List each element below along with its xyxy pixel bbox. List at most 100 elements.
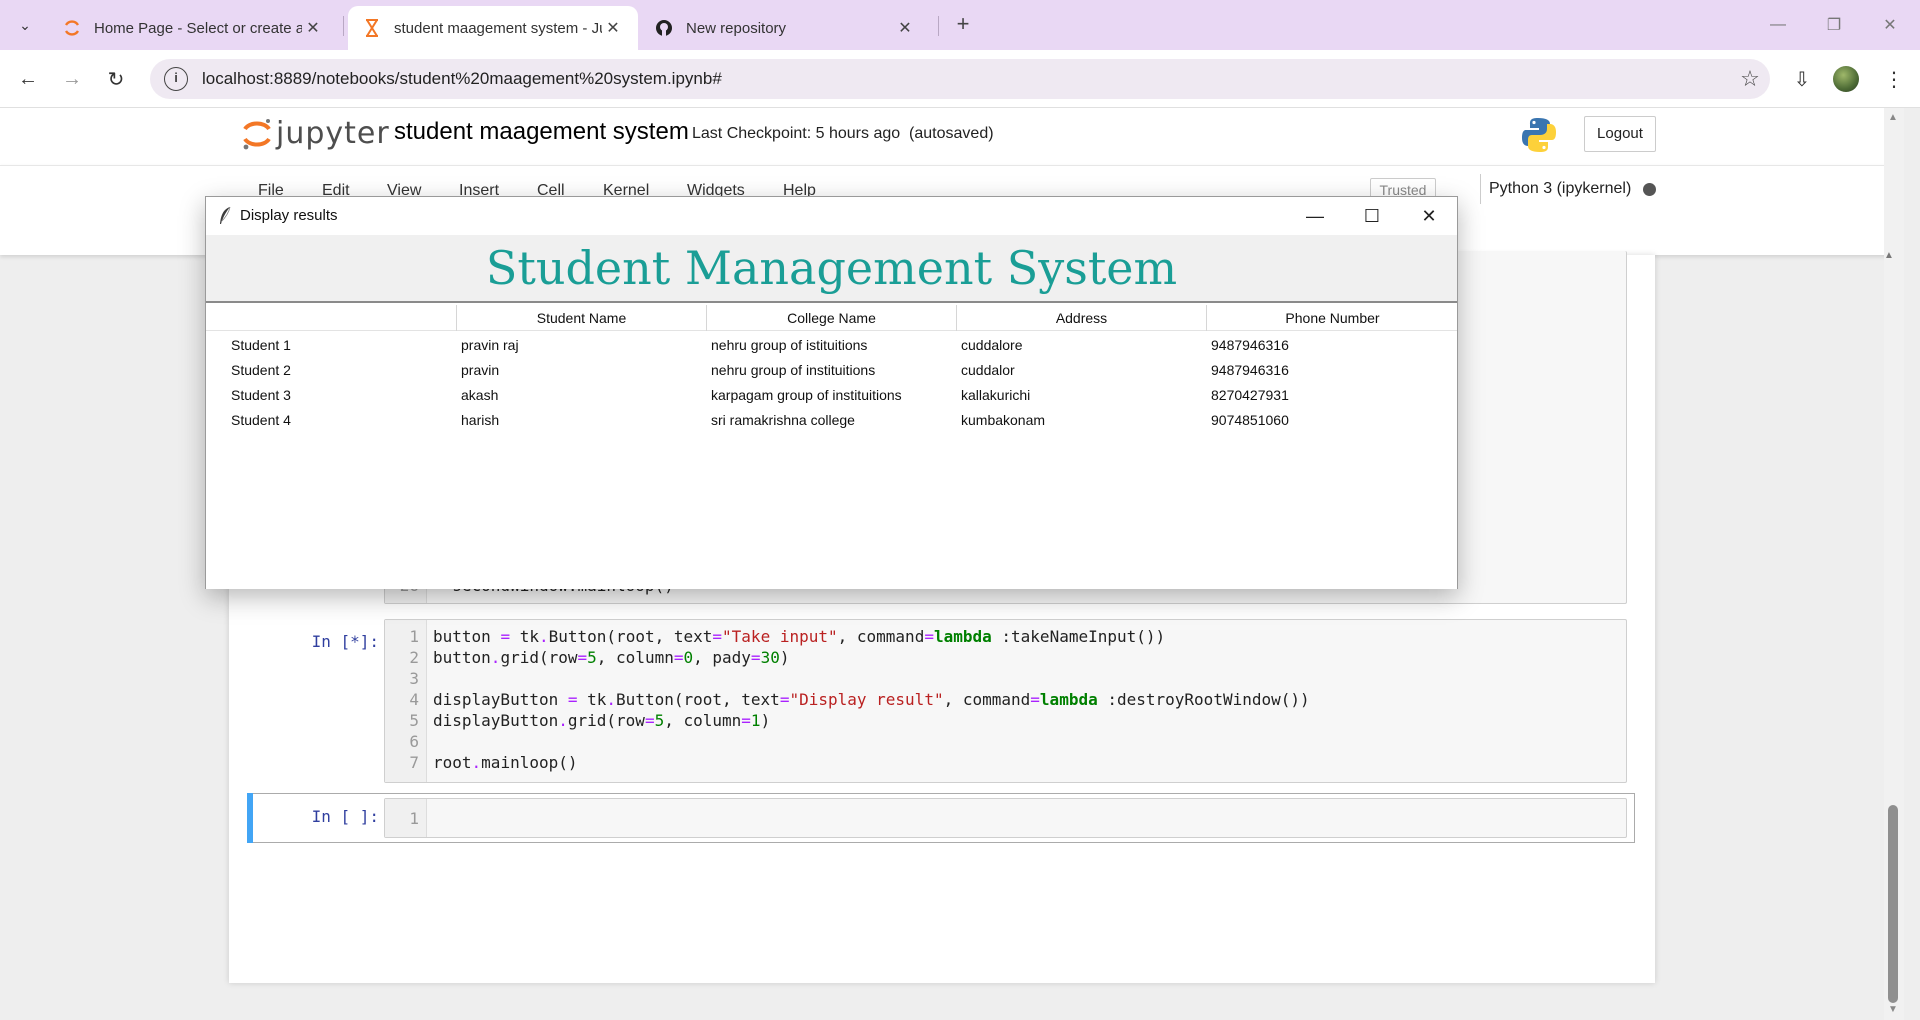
window-minimize-icon[interactable]: — bbox=[1750, 0, 1806, 50]
cell-prompt: In [ ]: bbox=[311, 807, 379, 826]
jupyter-header: jupyter student maagement system Last Ch… bbox=[0, 108, 1890, 165]
jupyter-logo[interactable]: jupyter bbox=[242, 116, 390, 151]
autosave-status: (autosaved) bbox=[909, 125, 994, 142]
code-line: 6 bbox=[385, 731, 433, 752]
scrollbar-thumb[interactable] bbox=[1888, 805, 1898, 1003]
line-number: 1 bbox=[409, 627, 419, 646]
checkpoint-time: 5 hours ago bbox=[815, 125, 901, 142]
code-cell-input[interactable]: 1 button = tk.Button(root, text="Take inp… bbox=[384, 619, 1627, 783]
more-menu-icon[interactable]: ⋮ bbox=[1876, 63, 1912, 95]
cell-student-name: akash bbox=[461, 387, 499, 403]
cell-phone-number: 9487946316 bbox=[1211, 337, 1289, 353]
tab-search-chevron-icon[interactable]: ⌄ bbox=[10, 10, 40, 40]
table-row[interactable]: Student 3 akash karpagam group of instit… bbox=[206, 383, 1457, 408]
cell-student-name: pravin raj bbox=[461, 337, 519, 353]
table-row[interactable]: Student 1 pravin raj nehru group of isti… bbox=[206, 333, 1457, 358]
cell-id: Student 4 bbox=[231, 412, 291, 428]
site-info-icon[interactable]: i bbox=[164, 67, 188, 91]
jupyter-wordmark: jupyter bbox=[276, 116, 390, 151]
github-icon bbox=[654, 18, 674, 38]
cell-college-name: sri ramakrishna college bbox=[711, 412, 855, 428]
cell-address: kallakurichi bbox=[961, 387, 1031, 403]
line-number: 4 bbox=[409, 690, 419, 709]
new-tab-plus-icon[interactable]: + bbox=[948, 10, 978, 40]
checkpoint-label: Last Checkpoint: bbox=[692, 125, 812, 142]
empty-code-cell-input[interactable]: 1 bbox=[384, 798, 1627, 838]
tab-title: New repository bbox=[686, 19, 787, 37]
code-line: 1 bbox=[385, 808, 433, 829]
cell-id: Student 3 bbox=[231, 387, 291, 403]
reload-icon[interactable]: ↻ bbox=[100, 63, 132, 95]
cell-address: kumbakonam bbox=[961, 412, 1046, 428]
treeview-header: Student Name College Name Address Phone … bbox=[206, 305, 1457, 331]
close-tab-icon[interactable]: ✕ bbox=[894, 18, 916, 38]
tab-divider bbox=[343, 16, 344, 36]
column-header-id[interactable] bbox=[206, 305, 456, 331]
cell-college-name: nehru group of istituitions bbox=[711, 337, 868, 353]
scroll-up-arrow-icon[interactable]: ▲ bbox=[1888, 112, 1898, 123]
minimize-icon[interactable]: — bbox=[1286, 197, 1344, 235]
browser-tab-strip: ⌄ Home Page - Select or create a noteboo… bbox=[0, 0, 1920, 50]
code-line: 1 button = tk.Button(root, text="Take inp… bbox=[385, 626, 1165, 647]
cell-student-name: harish bbox=[461, 412, 500, 428]
tab-home-page[interactable]: Home Page - Select or create a notebook … bbox=[48, 6, 338, 50]
scroll-down-arrow-icon[interactable]: ▼ bbox=[1888, 1004, 1898, 1015]
window-restore-icon[interactable]: ❐ bbox=[1806, 0, 1862, 50]
url-text[interactable]: localhost:8889/notebooks/student%20maage… bbox=[202, 69, 1730, 89]
download-icon[interactable]: ⇩ bbox=[1784, 63, 1820, 95]
code-line: 7 root.mainloop() bbox=[385, 752, 577, 773]
cell-student-name: pravin bbox=[461, 362, 500, 378]
kernel-busy-icon bbox=[1643, 182, 1657, 196]
display-results-window: Display results — ☐ ✕ Student Management… bbox=[205, 196, 1458, 589]
logout-button[interactable]: Logout bbox=[1584, 116, 1656, 152]
code-line: 5 displayButton.grid(row=5, column=1) bbox=[385, 710, 770, 731]
cell-id: Student 2 bbox=[231, 362, 291, 378]
student-treeview[interactable]: Student Name College Name Address Phone … bbox=[206, 305, 1457, 589]
maximize-icon[interactable]: ☐ bbox=[1343, 197, 1401, 235]
cell-college-name: nehru group of instituitions bbox=[711, 362, 876, 378]
table-row[interactable]: Student 4 harish sri ramakrishna college… bbox=[206, 408, 1457, 433]
cell-id: Student 1 bbox=[231, 337, 291, 353]
app-heading: Student Management System bbox=[485, 241, 1178, 295]
tab-student-notebook[interactable]: student maagement system - Jupyter Noteb… bbox=[348, 6, 638, 50]
hourglass-icon bbox=[362, 18, 382, 38]
cell-phone-number: 9074851060 bbox=[1211, 412, 1289, 428]
line-number: 6 bbox=[409, 732, 419, 751]
close-tab-icon[interactable]: ✕ bbox=[302, 18, 324, 38]
window-close-icon[interactable]: ✕ bbox=[1862, 0, 1918, 50]
profile-avatar[interactable] bbox=[1828, 63, 1864, 95]
tab-divider bbox=[938, 16, 939, 36]
tab-title: Home Page - Select or create a notebook bbox=[94, 19, 302, 37]
back-arrow-icon[interactable]: ← bbox=[12, 63, 44, 95]
table-row[interactable]: Student 2 pravin nehru group of institui… bbox=[206, 358, 1457, 383]
kernel-name: Python 3 (ipykernel) bbox=[1489, 180, 1632, 197]
cell-prompt: In [*]: bbox=[311, 632, 379, 651]
heading-area: Student Management System bbox=[206, 235, 1457, 303]
forward-arrow-icon[interactable]: → bbox=[56, 63, 88, 95]
code-line: 2 button.grid(row=5, column=0, pady=30) bbox=[385, 647, 789, 668]
close-icon[interactable]: ✕ bbox=[1400, 197, 1458, 235]
column-header-phone-number[interactable]: Phone Number bbox=[1206, 305, 1458, 331]
cell-address: cuddalore bbox=[961, 337, 1023, 353]
notebook-title[interactable]: student maagement system bbox=[394, 118, 689, 146]
address-bar[interactable]: i localhost:8889/notebooks/student%20maa… bbox=[150, 59, 1770, 99]
code-line: 4 displayButton = tk.Button(root, text="D… bbox=[385, 689, 1309, 710]
close-tab-icon[interactable]: ✕ bbox=[602, 18, 624, 38]
column-header-address[interactable]: Address bbox=[956, 305, 1206, 331]
line-number: 2 bbox=[409, 648, 419, 667]
line-number: 7 bbox=[409, 753, 419, 772]
kernel-indicator: Python 3 (ipykernel) bbox=[1480, 174, 1657, 204]
python-logo-icon bbox=[1522, 118, 1556, 152]
inner-scroll-up-arrow-icon[interactable]: ▲ bbox=[1884, 250, 1894, 261]
bookmark-star-icon[interactable]: ☆ bbox=[1730, 66, 1770, 92]
line-number: 5 bbox=[409, 711, 419, 730]
column-header-college-name[interactable]: College Name bbox=[706, 305, 956, 331]
jupyter-logo-icon bbox=[243, 118, 271, 149]
cell-college-name: karpagam group of instituitions bbox=[711, 387, 902, 403]
window-titlebar[interactable]: Display results — ☐ ✕ bbox=[206, 197, 1457, 235]
tab-new-repository[interactable]: New repository ✕ bbox=[640, 6, 930, 50]
browser-toolbar: ← → ↻ i localhost:8889/notebooks/student… bbox=[0, 50, 1920, 108]
column-header-student-name[interactable]: Student Name bbox=[456, 305, 706, 331]
cell-address: cuddalor bbox=[961, 362, 1015, 378]
line-number: 3 bbox=[409, 669, 419, 688]
